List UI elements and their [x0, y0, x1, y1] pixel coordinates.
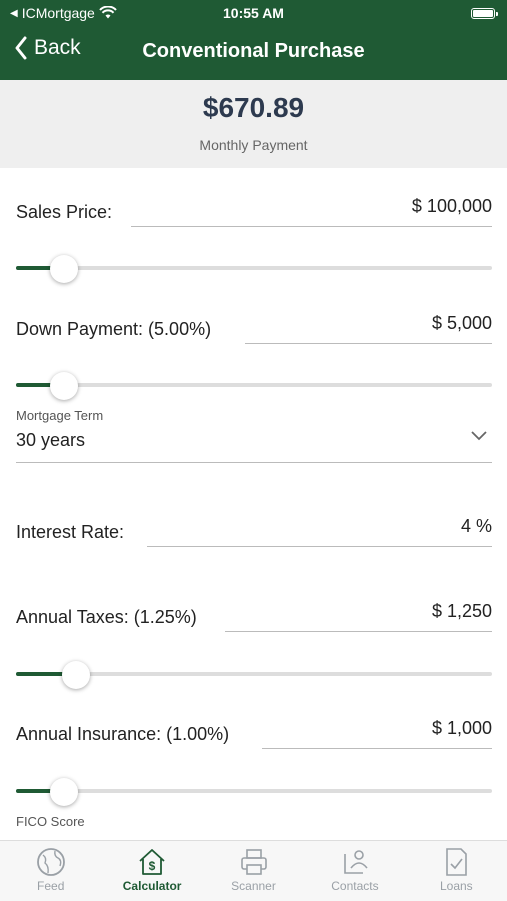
tab-bar: Feed $ Calculator Scanner Contacts Loans [0, 840, 507, 901]
annual-taxes-slider[interactable] [16, 661, 492, 689]
tab-contacts[interactable]: Contacts [304, 841, 405, 901]
down-payment-input[interactable]: $ 5,000 [245, 313, 492, 344]
interest-rate-row: Interest Rate: 4 % [16, 516, 492, 548]
slider-track [16, 789, 492, 793]
tab-label: Scanner [231, 879, 276, 893]
monthly-payment-label: Monthly Payment [199, 137, 308, 153]
tab-calculator[interactable]: $ Calculator [101, 841, 202, 901]
tab-label: Calculator [122, 879, 182, 893]
slider-thumb[interactable] [50, 778, 78, 806]
annual-taxes-row: Annual Taxes: (1.25%) $ 1,250 [16, 601, 492, 633]
calculator-house-icon: $ [139, 849, 165, 875]
slider-track [16, 383, 492, 387]
payment-summary: $670.89 Monthly Payment [0, 80, 507, 168]
battery-icon [471, 8, 498, 19]
document-check-icon [446, 848, 468, 876]
sales-price-row: Sales Price: $ 100,000 [16, 196, 492, 228]
mortgage-term-select[interactable]: Mortgage Term 30 years [16, 406, 492, 463]
down-payment-label: Down Payment: (5.00%) [16, 319, 212, 339]
slider-track [16, 266, 492, 270]
tab-label: Contacts [331, 879, 379, 893]
interest-rate-input[interactable]: 4 % [147, 516, 492, 547]
interest-rate-label: Interest Rate: [16, 522, 125, 542]
mortgage-term-value: 30 years [16, 430, 86, 450]
annual-taxes-input[interactable]: $ 1,250 [225, 601, 492, 632]
tab-feed[interactable]: Feed [0, 841, 101, 901]
tab-label: Feed [37, 879, 65, 893]
slider-thumb[interactable] [50, 255, 78, 283]
chevron-down-icon [471, 431, 487, 441]
globe-icon [36, 848, 65, 876]
down-payment-slider[interactable] [16, 372, 492, 400]
header: ◀ ICMortgage 10:55 AM Back Conventional … [0, 0, 507, 80]
sales-price-slider[interactable] [16, 255, 492, 283]
tab-scanner[interactable]: Scanner [203, 841, 304, 901]
status-bar: ◀ ICMortgage 10:55 AM [0, 5, 507, 25]
down-payment-row: Down Payment: (5.00%) $ 5,000 [16, 313, 492, 345]
monthly-payment-amount: $670.89 [202, 92, 305, 123]
svg-text:$: $ [149, 859, 156, 873]
annual-insurance-label: Annual Insurance: (1.00%) [16, 724, 230, 744]
fico-score-label: FICO Score [16, 814, 85, 829]
printer-icon [240, 849, 267, 875]
tab-label: Loans [439, 879, 473, 893]
annual-insurance-input[interactable]: $ 1,000 [262, 718, 492, 749]
nav-bar: Back Conventional Purchase [0, 32, 507, 72]
slider-thumb[interactable] [50, 372, 78, 400]
contacts-icon [344, 850, 368, 874]
annual-insurance-slider[interactable] [16, 778, 492, 806]
status-time: 10:55 AM [223, 5, 284, 21]
page-title: Conventional Purchase [142, 40, 365, 62]
annual-insurance-row: Annual Insurance: (1.00%) $ 1,000 [16, 718, 492, 750]
sales-price-input[interactable]: $ 100,000 [131, 196, 492, 227]
tab-loans[interactable]: Loans [406, 841, 507, 901]
slider-thumb[interactable] [62, 661, 90, 689]
sales-price-label: Sales Price: [16, 202, 113, 222]
mortgage-term-label: Mortgage Term [16, 408, 104, 423]
annual-taxes-label: Annual Taxes: (1.25%) [16, 607, 197, 627]
